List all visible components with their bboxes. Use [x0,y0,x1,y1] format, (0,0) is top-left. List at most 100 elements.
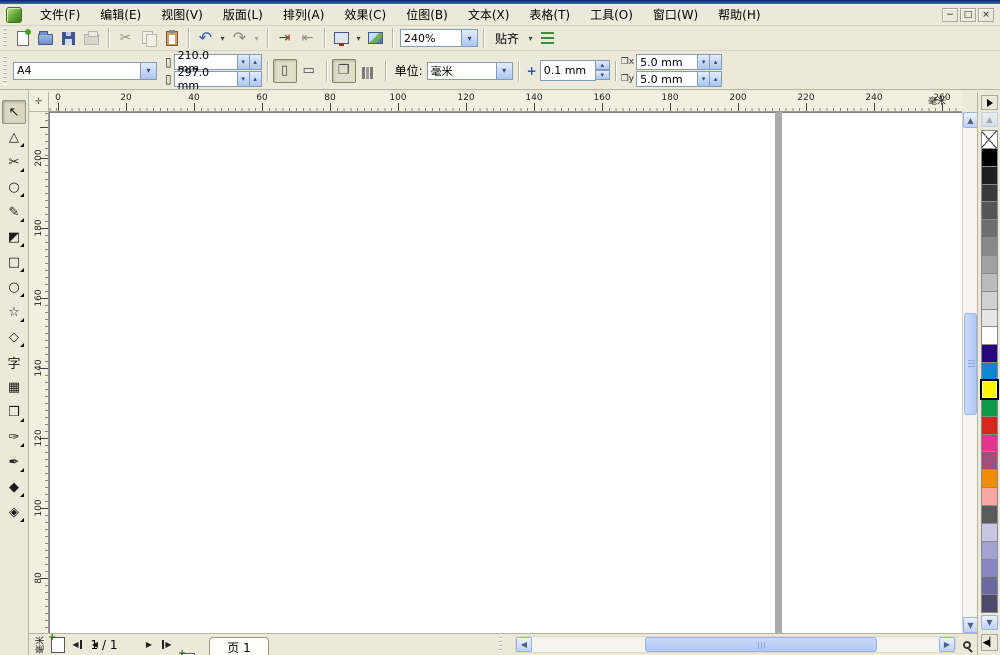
add-page-button-left[interactable] [48,632,65,653]
menu-view[interactable]: 视图(V) [151,4,213,25]
current-page-button[interactable] [356,59,380,83]
toolbar-gripper[interactable] [3,28,7,48]
redo-button[interactable]: ↷ [228,27,251,49]
swatch-20-percent-black[interactable] [981,290,998,310]
smart-fill-tool[interactable]: ◩ [2,225,26,249]
paste-button[interactable] [160,27,183,49]
duplicate-x-spinner[interactable]: ▾ ▴ [698,54,723,70]
palette-scroll-down-button[interactable]: ▼ [981,615,998,630]
application-launcher-dropdown[interactable]: ▾ [353,27,364,49]
copy-button[interactable] [137,27,160,49]
scroll-left-button[interactable]: ◀ [516,637,532,652]
menu-table[interactable]: 表格(T) [519,4,580,25]
application-launcher-button[interactable] [330,27,353,49]
next-page-button[interactable]: ▶ [141,636,157,653]
swatch-40-percent-black[interactable] [981,255,998,274]
paper-height-input[interactable]: 297.0 mm [173,66,238,92]
swatch-mauve[interactable] [981,451,998,471]
swatch-navy-violet[interactable] [981,344,998,364]
rectangle-tool[interactable]: □ [2,250,26,274]
swatch-80-percent-black[interactable] [981,183,998,203]
zoom-level-input[interactable]: 240% [400,29,462,47]
swatch-no-color[interactable] [981,130,998,149]
minimize-button[interactable]: − [942,7,958,22]
eyedropper-tool[interactable]: ✑ [2,425,26,449]
freehand-tool[interactable]: ✎ [2,200,26,224]
landscape-orientation-button[interactable]: ▭ [297,59,321,83]
all-pages-button[interactable]: ❐ [331,58,356,83]
snap-to-dropdown[interactable]: ▾ [525,27,536,49]
swatch-white[interactable] [981,326,998,346]
ruler-origin[interactable]: ✛ [29,92,49,112]
ellipse-tool[interactable]: ○ [2,275,26,299]
swatch-90-percent-black[interactable] [981,165,998,185]
swatch-blue[interactable] [981,362,998,382]
paper-width-spinner[interactable]: ▾ ▴ [237,54,262,70]
swatch-10-percent-black[interactable] [981,308,998,328]
blend-tool[interactable]: ❒ [2,400,26,424]
last-page-button[interactable]: ▶ [159,636,175,653]
text-tool[interactable]: 字 [2,350,26,374]
redo-dropdown[interactable]: ▾ [251,27,262,49]
units-value[interactable]: 毫米 [426,61,497,80]
menu-effects[interactable]: 效果(C) [334,4,396,25]
fill-tool[interactable]: ◆ [2,475,26,499]
drawing-canvas[interactable] [49,112,962,633]
horizontal-scroll-thumb[interactable] [645,637,877,652]
zoom-tool[interactable]: ○ [2,175,26,199]
page-tab[interactable]: 页 1 [209,637,269,655]
menu-edit[interactable]: 编辑(E) [90,4,151,25]
duplicate-x-input[interactable]: 5.0 mm [636,54,699,70]
print-button[interactable] [80,27,103,49]
new-document-button[interactable] [11,27,34,49]
scroll-down-button[interactable]: ▼ [963,617,978,633]
outline-pen-tool[interactable]: ✒ [2,450,26,474]
swatch-dark-gray[interactable] [981,505,998,524]
pick-tool[interactable]: ↖ [2,100,26,124]
swatch-orange[interactable] [981,469,998,489]
menu-help[interactable]: 帮助(H) [708,4,770,25]
swatch-slate-blue[interactable] [981,576,998,596]
swatch-30-percent-black[interactable] [981,272,998,292]
palette-flyout-button[interactable] [981,95,998,110]
zoom-level-dropdown[interactable]: ▾ [462,29,478,47]
cut-button[interactable]: ✂ [114,27,137,49]
units-dropdown[interactable]: ▾ [496,61,513,80]
undo-button[interactable]: ↶ [194,27,217,49]
swatch-green[interactable] [981,397,998,417]
swatch-70-percent-black[interactable] [981,201,998,221]
menu-arrange[interactable]: 排列(A) [273,4,335,25]
paper-type-input[interactable]: A4 [13,61,141,80]
menu-layout[interactable]: 版面(L) [213,4,273,25]
undo-dropdown[interactable]: ▾ [217,27,228,49]
swatch-black[interactable] [981,147,998,167]
scroll-right-button[interactable]: ▶ [939,637,955,652]
table-tool[interactable]: ▦ [2,375,26,399]
swatch-yellow[interactable] [980,379,999,400]
swatch-magenta[interactable] [981,433,998,453]
import-button[interactable]: ⇥ [273,27,296,49]
paper-type-dropdown[interactable]: ▾ [141,61,157,80]
snap-options-button[interactable] [536,27,559,49]
polygon-tool[interactable]: ☆ [2,300,26,324]
crop-tool[interactable]: ✂ [2,150,26,174]
shape-tool[interactable]: △ [2,125,26,149]
export-button[interactable]: ⇤ [296,27,319,49]
swatch-lavender[interactable] [981,522,998,542]
open-button[interactable] [34,27,57,49]
duplicate-y-input[interactable]: 5.0 mm [636,71,699,87]
horizontal-ruler[interactable]: 0 20 40 60 80 100 120 140 160 180 200 220 240 260 毫米 [49,92,962,112]
duplicate-y-spinner[interactable]: ▾ ▴ [698,71,723,87]
save-button[interactable] [57,27,80,49]
menu-bitmaps[interactable]: 位图(B) [396,4,458,25]
palette-scroll-up-button[interactable]: ▲ [981,112,998,127]
portrait-orientation-button[interactable]: ▯ [272,58,297,83]
nudge-offset-input[interactable]: 0.1 mm [539,60,596,81]
menu-window[interactable]: 窗口(W) [643,4,708,25]
swatch-periwinkle[interactable] [981,558,998,578]
property-bar-gripper[interactable] [3,55,7,86]
paper-height-spinner[interactable]: ▾ ▴ [237,71,262,87]
menu-file[interactable]: 文件(F) [30,4,90,25]
restore-button[interactable]: □ [960,7,976,22]
swatch-red[interactable] [981,415,998,435]
